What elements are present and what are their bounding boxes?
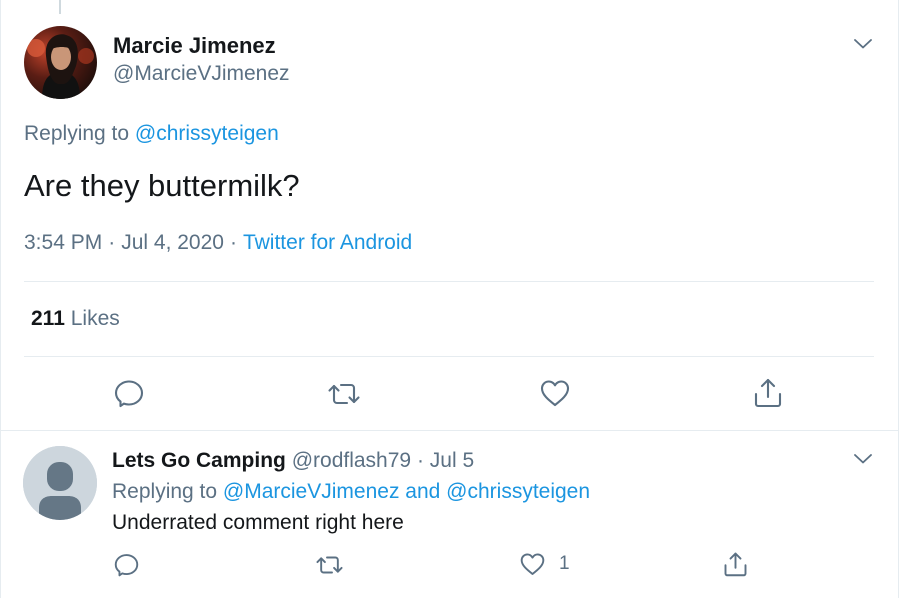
likes-label: Likes (70, 307, 120, 330)
heart-icon (520, 553, 545, 575)
heart-icon (540, 380, 570, 407)
reply-icon (114, 380, 144, 408)
reply-author-handle[interactable]: @rodflash79 (292, 449, 411, 472)
share-button[interactable] (753, 377, 783, 408)
user-silhouette-icon (23, 446, 97, 520)
likes-count: 211 (31, 307, 65, 330)
replying-prefix: Replying to (112, 480, 218, 503)
tweet-text: Are they buttermilk? (24, 168, 300, 203)
retweet-button[interactable] (328, 382, 360, 406)
replying-and[interactable]: and (405, 480, 440, 503)
author-handle[interactable]: @MarcieVJimenez (113, 62, 290, 86)
like-button[interactable]: 1 (520, 552, 570, 576)
default-avatar[interactable] (23, 446, 97, 520)
replying-to-line: Replying to @chrissyteigen (24, 122, 279, 146)
replying-to-mention[interactable]: @chrissyteigen (446, 480, 590, 503)
reply-button[interactable] (114, 553, 139, 577)
divider (24, 356, 874, 357)
reply-text: Underrated comment right here (112, 511, 404, 534)
reply-author-name[interactable]: Lets Go Camping (112, 449, 286, 472)
author-avatar[interactable] (24, 26, 97, 99)
reply-date[interactable]: Jul 5 (430, 449, 474, 472)
replying-to-mention[interactable]: @chrissyteigen (135, 122, 279, 145)
retweet-icon (328, 383, 360, 405)
divider (24, 281, 874, 282)
chevron-down-icon[interactable] (852, 452, 874, 466)
likes-stat[interactable]: 211 Likes (31, 307, 120, 331)
meta-separator: · (229, 231, 237, 254)
retweet-button[interactable] (316, 555, 343, 575)
tweet-time[interactable]: 3:54 PM (24, 231, 102, 254)
replying-prefix: Replying to (24, 122, 130, 145)
retweet-icon (316, 556, 343, 574)
meta-separator: · (108, 231, 116, 254)
reply-header: Lets Go Camping @rodflash79 · Jul 5 (112, 449, 474, 473)
reply-replying-to-line: Replying to @MarcieVJimenez and @chrissy… (112, 480, 590, 504)
tweet-date[interactable]: Jul 4, 2020 (121, 231, 224, 254)
like-button[interactable] (540, 379, 570, 407)
share-icon (754, 378, 782, 408)
header-separator: · (416, 449, 424, 472)
tweet-meta: 3:54 PM · Jul 4, 2020 · Twitter for Android (24, 231, 412, 255)
replying-to-mention[interactable]: @MarcieVJimenez (223, 480, 400, 503)
tweet-source[interactable]: Twitter for Android (243, 231, 412, 254)
share-button[interactable] (723, 551, 748, 577)
author-name[interactable]: Marcie Jimenez (113, 33, 276, 59)
chevron-down-icon[interactable] (852, 37, 874, 51)
reply-button[interactable] (114, 379, 144, 408)
like-count: 1 (559, 553, 570, 574)
reply-icon (114, 554, 139, 577)
share-icon (724, 552, 747, 577)
